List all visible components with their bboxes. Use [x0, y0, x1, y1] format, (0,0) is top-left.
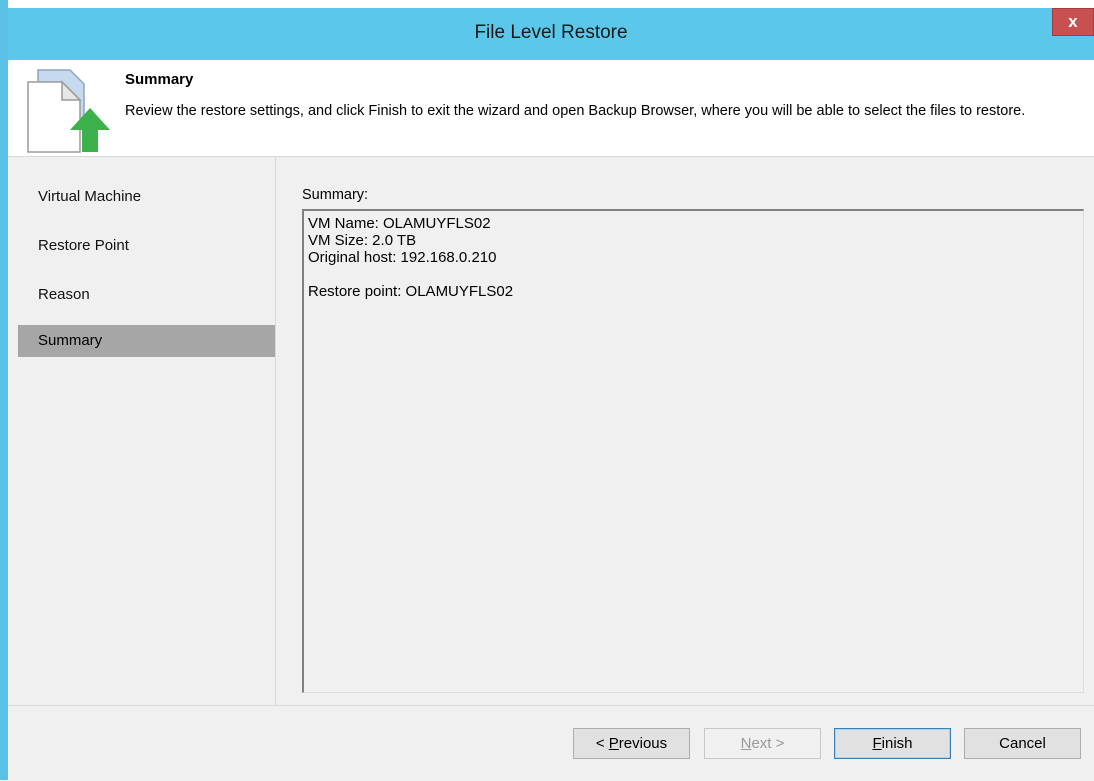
- previous-button-prefix: <: [595, 735, 609, 752]
- summary-line-blank: [308, 266, 1079, 283]
- wizard-window: File Level Restore x Summary Review the …: [0, 0, 1094, 781]
- cancel-button[interactable]: Cancel: [964, 728, 1081, 759]
- wizard-header: Summary Review the restore settings, and…: [8, 60, 1094, 157]
- restore-file-icon: [27, 69, 110, 153]
- step-summary[interactable]: Summary: [18, 325, 275, 357]
- summary-text-box[interactable]: VM Name: OLAMUYFLS02 VM Size: 2.0 TB Ori…: [302, 209, 1084, 693]
- previous-button[interactable]: < Previous: [573, 728, 690, 759]
- summary-line-vm-size: VM Size: 2.0 TB: [308, 232, 417, 249]
- step-virtual-machine[interactable]: Virtual Machine: [18, 181, 275, 213]
- summary-page: Summary: VM Name: OLAMUYFLS02 VM Size: 2…: [276, 157, 1094, 705]
- wizard-footer: < Previous Next > Finish Cancel: [8, 705, 1094, 781]
- summary-line-original-host: Original host: 192.168.0.210: [308, 249, 497, 266]
- step-restore-point[interactable]: Restore Point: [18, 230, 275, 262]
- next-button[interactable]: Next >: [704, 728, 821, 759]
- finish-button[interactable]: Finish: [834, 728, 951, 759]
- title-bar[interactable]: File Level Restore x: [8, 0, 1094, 60]
- step-reason[interactable]: Reason: [18, 279, 275, 311]
- next-button-rest: ext >: [751, 735, 785, 752]
- summary-line-restore-point: Restore point: OLAMUYFLS02: [308, 283, 514, 300]
- close-button[interactable]: x: [1052, 8, 1094, 36]
- header-description: Review the restore settings, and click F…: [125, 103, 1026, 119]
- next-button-mnemonic: N: [740, 735, 752, 752]
- finish-button-rest: inish: [881, 735, 913, 752]
- window-title: File Level Restore: [474, 22, 628, 43]
- previous-button-mnemonic: P: [608, 735, 619, 752]
- wizard-steps: Virtual Machine Restore Point Reason Sum…: [8, 157, 276, 705]
- finish-button-mnemonic: F: [872, 735, 882, 752]
- previous-button-rest: revious: [618, 735, 668, 752]
- summary-label: Summary:: [302, 187, 369, 203]
- summary-line-vm-name: VM Name: OLAMUYFLS02: [308, 215, 491, 232]
- header-title: Summary: [125, 71, 194, 88]
